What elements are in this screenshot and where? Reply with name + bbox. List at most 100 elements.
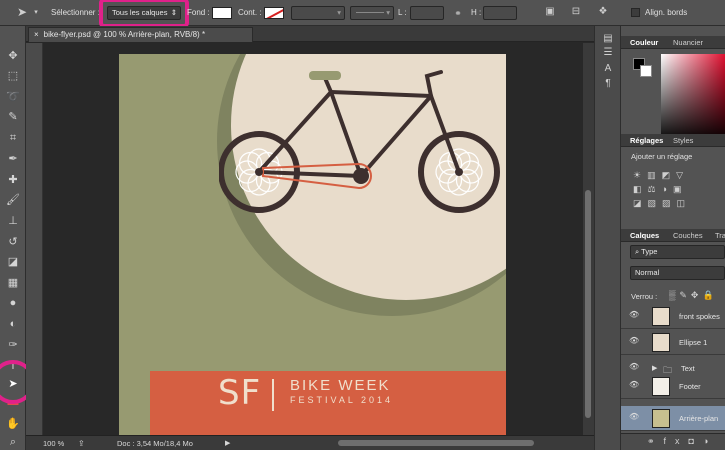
layer-name: Arrière-plan bbox=[679, 414, 719, 423]
layers-panel-header: Calques Couches Tra bbox=[621, 229, 725, 242]
history-brush-icon[interactable]: ↺ bbox=[3, 234, 23, 250]
layer-thumbnail bbox=[652, 377, 670, 396]
tool-preset-dropdown-icon[interactable]: ▾ bbox=[30, 8, 42, 18]
vertical-ruler bbox=[26, 43, 43, 435]
select-label: Sélectionner : bbox=[51, 8, 100, 17]
width-label: L : bbox=[398, 8, 407, 17]
stroke-swatch[interactable] bbox=[264, 7, 284, 19]
eye-icon[interactable]: 👁 bbox=[629, 311, 639, 319]
export-icon[interactable]: ⇪ bbox=[78, 439, 85, 448]
path-operations-icon[interactable]: ▣ bbox=[544, 7, 556, 17]
character-panel-icon[interactable]: A bbox=[602, 64, 614, 74]
layer-kind-filter[interactable]: ⌕ Type bbox=[630, 245, 725, 259]
layer-row[interactable]: 👁 front spokes bbox=[621, 304, 725, 329]
gradient-icon[interactable]: ▦ bbox=[3, 275, 23, 291]
document-tab[interactable]: × bike-flyer.psd @ 100 % Arrière-plan, RV… bbox=[28, 27, 253, 42]
document-tab-bar: × bike-flyer.psd @ 100 % Arrière-plan, RV… bbox=[26, 26, 594, 42]
layer-kind-value: Type bbox=[641, 247, 658, 256]
healing-icon[interactable]: ✚ bbox=[3, 172, 23, 188]
layer-name: Text bbox=[681, 364, 695, 373]
eye-icon[interactable]: 👁 bbox=[629, 337, 639, 345]
document-tab-title: bike-flyer.psd @ 100 % Arrière-plan, RVB… bbox=[43, 30, 206, 39]
blend-mode-dropdown[interactable]: Normal bbox=[630, 266, 725, 280]
hand-icon[interactable]: ✋ bbox=[3, 416, 23, 432]
tab-styles[interactable]: Styles bbox=[673, 136, 693, 145]
height-label: H : bbox=[471, 8, 482, 17]
layer-row-selected[interactable]: 👁 Arrière-plan bbox=[621, 406, 725, 431]
eyedropper-icon[interactable]: ✒ bbox=[3, 151, 23, 167]
eraser-icon[interactable]: ◪ bbox=[3, 254, 23, 270]
lasso-icon[interactable]: ➰ bbox=[3, 89, 23, 105]
tab-swatches[interactable]: Nuancier bbox=[673, 38, 703, 47]
right-panels: Couleur Nuancier Réglages Styles Ajouter… bbox=[621, 26, 725, 450]
color-panel-header: Couleur Nuancier bbox=[621, 36, 725, 49]
layer-thumbnail bbox=[652, 409, 670, 428]
crop-icon[interactable]: ⌗ bbox=[3, 130, 23, 146]
path-alignment-icon[interactable]: ⊟ bbox=[570, 7, 582, 17]
banner-sf-text: SF bbox=[218, 373, 262, 413]
align-edges-checkbox[interactable] bbox=[631, 8, 640, 17]
adjustment-icons[interactable]: ☀▥◩▽ ◧⚖◑▣ ◪▧▨◫ bbox=[633, 168, 725, 210]
history-panel-icon[interactable]: ▤ bbox=[602, 34, 614, 44]
adjustments-panel-header: Réglages Styles bbox=[621, 134, 725, 147]
path-arrangement-icon[interactable]: ❖ bbox=[597, 7, 609, 17]
poster-artboard[interactable]: SF BIKE WEEK FESTIVAL 2014 bbox=[119, 54, 506, 450]
eye-icon[interactable]: 👁 bbox=[629, 413, 639, 421]
tab-channels[interactable]: Couches bbox=[673, 231, 703, 240]
lock-label: Verrou : bbox=[631, 292, 658, 301]
paragraph-panel-icon[interactable]: ¶ bbox=[602, 79, 614, 89]
banner-divider bbox=[272, 379, 274, 411]
stroke-type-dropdown[interactable]: ▾ bbox=[350, 6, 394, 20]
pen-icon[interactable]: ✑ bbox=[3, 337, 23, 353]
bicycle-frame bbox=[257, 70, 461, 178]
layer-thumbnail bbox=[652, 333, 670, 352]
zoom-icon[interactable]: ⌕ bbox=[3, 434, 23, 450]
align-edges-label: Align. bords bbox=[645, 8, 688, 17]
tab-color[interactable]: Couleur bbox=[630, 38, 658, 47]
highlight-select-dropdown bbox=[99, 0, 189, 28]
layer-row[interactable]: 👁 Ellipse 1 bbox=[621, 330, 725, 355]
vertical-scroll-thumb[interactable] bbox=[585, 190, 591, 418]
toolbox: ✥ ⬚ ➰ ✎ ⌗ ✒ ✚ 🖌 ⊥ ↺ ◪ ▦ ● ◐ ✑ T ➤ ▬ ✋ ⌕ bbox=[0, 26, 35, 450]
fill-label: Fond : bbox=[187, 8, 210, 17]
properties-panel-icon[interactable]: ☰ bbox=[602, 48, 614, 58]
brush-icon[interactable]: 🖌 bbox=[3, 192, 23, 208]
quick-select-icon[interactable]: ✎ bbox=[3, 109, 23, 125]
move-icon[interactable]: ✥ bbox=[3, 48, 23, 64]
stroke-width-field[interactable]: ▾ bbox=[291, 6, 345, 20]
color-field[interactable] bbox=[661, 54, 725, 142]
doc-info[interactable]: Doc : 3,54 Mo/18,4 Mo bbox=[117, 439, 193, 448]
fill-swatch[interactable] bbox=[212, 7, 232, 19]
horizontal-scroll-thumb[interactable] bbox=[338, 440, 534, 446]
layer-name: Footer bbox=[679, 382, 701, 391]
layer-name: Ellipse 1 bbox=[679, 338, 708, 347]
stroke-label: Cont. : bbox=[238, 8, 262, 17]
expand-arrow-icon[interactable]: ▶ bbox=[652, 364, 657, 372]
layers-footer-icons[interactable]: ⚭fx◘◑ bbox=[621, 433, 725, 450]
tab-adjustments[interactable]: Réglages bbox=[630, 136, 663, 145]
status-menu-arrow-icon[interactable]: ▶ bbox=[225, 439, 230, 447]
document-tab-close[interactable]: × bbox=[34, 30, 39, 39]
zoom-level[interactable]: 100 % bbox=[43, 439, 64, 448]
path-select-tool-icon[interactable]: ➤ bbox=[16, 6, 28, 18]
eye-icon[interactable]: 👁 bbox=[629, 363, 639, 371]
lock-icon[interactable]: 🔒 bbox=[702, 290, 717, 300]
blur-icon[interactable]: ● bbox=[3, 295, 23, 311]
tab-layers[interactable]: Calques bbox=[630, 231, 659, 240]
lock-options[interactable]: ▒✎✥🔒 bbox=[669, 290, 718, 301]
tab-paths[interactable]: Tra bbox=[715, 231, 725, 240]
chainring bbox=[353, 168, 369, 184]
options-bar: ➤ ▾ Sélectionner : Tous les calques ⇕ Fon… bbox=[0, 0, 725, 28]
stamp-icon[interactable]: ⊥ bbox=[3, 213, 23, 229]
layer-row[interactable]: 👁 Footer bbox=[621, 374, 725, 399]
banner-subtitle: FESTIVAL 2014 bbox=[290, 395, 394, 405]
background-color-swatch[interactable] bbox=[640, 65, 652, 77]
width-field[interactable] bbox=[410, 6, 444, 20]
bicycle-illustration[interactable] bbox=[219, 64, 506, 224]
panel-icon-strip: ▤ ☰ A ¶ bbox=[594, 26, 621, 450]
marquee-icon[interactable]: ⬚ bbox=[3, 68, 23, 84]
height-field[interactable] bbox=[483, 6, 517, 20]
dodge-icon[interactable]: ◐ bbox=[3, 316, 23, 332]
link-icon[interactable]: ⚭ bbox=[452, 8, 464, 18]
eye-icon[interactable]: 👁 bbox=[629, 381, 639, 389]
